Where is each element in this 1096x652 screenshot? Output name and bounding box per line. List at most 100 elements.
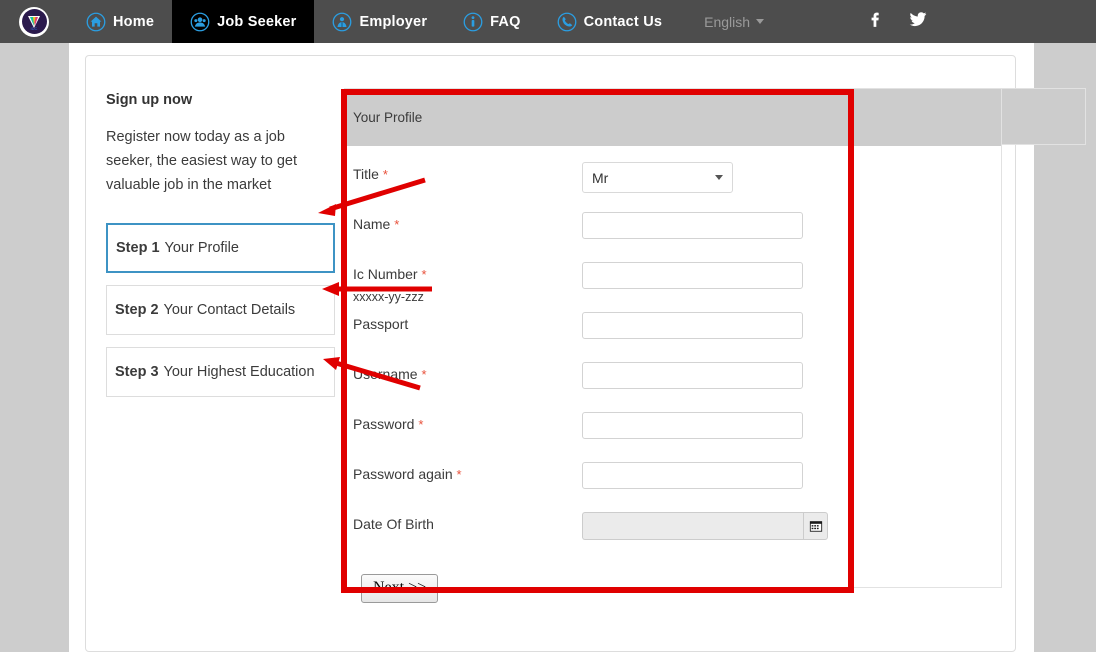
field-row-ic-number: Ic Number * xxxxx-yy-zzz xyxy=(353,262,1001,312)
password-again-input[interactable] xyxy=(582,462,803,489)
job-seeker-icon xyxy=(190,12,210,31)
logo-inner-circle: IDC xyxy=(21,9,47,34)
twitter-icon[interactable] xyxy=(907,9,929,34)
ic-number-input[interactable] xyxy=(582,262,803,289)
field-row-passport: Passport xyxy=(353,312,1001,362)
signup-sidebar: Sign up now Register now today as a job … xyxy=(106,92,346,409)
required-marker: * xyxy=(418,417,424,432)
title-select[interactable]: Mr xyxy=(582,162,733,193)
phone-icon xyxy=(557,12,577,31)
nav-item-employer[interactable]: Employer xyxy=(314,0,445,43)
required-marker: * xyxy=(456,467,462,482)
sidebar-item-step-1[interactable]: Step 1 Your Profile xyxy=(106,223,335,274)
label-name: Name * xyxy=(353,212,582,233)
nav-item-employer-label: Employer xyxy=(359,13,428,30)
control-title: Mr xyxy=(582,162,733,193)
step-2-label: Your Contact Details xyxy=(163,302,296,319)
language-selector[interactable]: English xyxy=(688,14,780,30)
title-select-value: Mr xyxy=(592,169,609,186)
required-marker: * xyxy=(421,267,427,282)
logo-circle: IDC xyxy=(19,6,49,37)
home-icon xyxy=(86,12,106,31)
label-password-again-text: Password again xyxy=(353,466,453,482)
nav-item-job-seeker-label: Job Seeker xyxy=(217,13,297,30)
field-row-title: Title * Mr xyxy=(353,162,1001,212)
employer-icon xyxy=(333,12,352,31)
label-username-text: Username xyxy=(353,366,418,382)
profile-form-panel: Your Profile Title * Mr Name * Ic Number… xyxy=(344,88,1002,603)
label-date-of-birth-text: Date Of Birth xyxy=(353,516,434,532)
page-title: Sign up now xyxy=(106,92,193,108)
label-passport-text: Passport xyxy=(353,316,409,332)
label-ic-number-text: Ic Number xyxy=(353,266,418,282)
panel-header: Your Profile xyxy=(345,89,1001,146)
label-date-of-birth: Date Of Birth xyxy=(353,512,582,533)
control-date-of-birth xyxy=(582,512,828,540)
panel-header-extension xyxy=(1002,88,1086,145)
step-2-number: Step 2 xyxy=(115,302,159,319)
logo[interactable]: IDC xyxy=(0,0,68,43)
control-name xyxy=(582,212,803,239)
svg-text:IDC: IDC xyxy=(31,26,38,31)
language-label: English xyxy=(704,13,751,30)
label-ic-number: Ic Number * xxxxx-yy-zzz xyxy=(353,262,582,306)
username-input[interactable] xyxy=(582,362,803,389)
step-1-number: Step 1 xyxy=(116,240,160,257)
label-password: Password * xyxy=(353,412,582,433)
nav-item-home[interactable]: Home xyxy=(68,0,172,43)
chevron-down-icon xyxy=(756,19,765,24)
field-row-name: Name * xyxy=(353,212,1001,262)
label-password-text: Password xyxy=(353,416,415,432)
label-name-text: Name xyxy=(353,216,391,232)
nav-items: Home Job Seeker Employer FAQ Contact Us xyxy=(68,0,680,43)
field-row-password: Password * xyxy=(353,412,1001,462)
panel-title: Your Profile xyxy=(353,110,423,125)
info-icon xyxy=(463,12,483,31)
field-row-username: Username * xyxy=(353,362,1001,412)
nav-item-contact-us-label: Contact Us xyxy=(583,13,663,30)
sidebar-item-step-2[interactable]: Step 2 Your Contact Details xyxy=(106,285,335,336)
facebook-icon[interactable] xyxy=(865,9,885,34)
panel-body: Title * Mr Name * Ic Number * xxxxx-yy-z… xyxy=(345,146,1001,603)
next-button[interactable]: Next >> xyxy=(361,574,439,603)
top-navbar: IDC Home Job Seeker Employer FAQ Contact… xyxy=(0,0,1096,43)
password-input[interactable] xyxy=(582,412,803,439)
nav-item-contact-us[interactable]: Contact Us xyxy=(539,0,681,43)
control-password xyxy=(582,412,803,439)
label-title: Title * xyxy=(353,162,582,183)
label-title-text: Title xyxy=(353,166,379,182)
label-passport: Passport xyxy=(353,312,582,333)
nav-item-job-seeker[interactable]: Job Seeker xyxy=(172,0,315,43)
label-username: Username * xyxy=(353,362,582,383)
step-1-label: Your Profile xyxy=(164,240,239,257)
ic-number-hint: xxxxx-yy-zzz xyxy=(353,290,424,304)
control-username xyxy=(582,362,803,389)
page-gutter-left xyxy=(0,43,69,652)
field-row-date-of-birth: Date Of Birth xyxy=(353,512,1001,562)
name-input[interactable] xyxy=(582,212,803,239)
required-marker: * xyxy=(382,167,388,182)
signup-description: Register now today as a job seeker, the … xyxy=(106,129,298,194)
sidebar-item-step-3[interactable]: Step 3 Your Highest Education xyxy=(106,347,335,398)
control-password-again xyxy=(582,462,803,489)
signup-card: Sign up now Register now today as a job … xyxy=(85,55,1086,652)
passport-input[interactable] xyxy=(582,312,803,339)
step-3-number: Step 3 xyxy=(115,364,159,381)
step-3-label: Your Highest Education xyxy=(163,364,315,381)
date-of-birth-group xyxy=(582,512,828,540)
date-of-birth-input[interactable] xyxy=(582,512,803,540)
control-passport xyxy=(582,312,803,339)
field-row-password-again: Password again * xyxy=(353,462,1001,512)
nav-item-home-label: Home xyxy=(113,13,155,30)
calendar-icon xyxy=(809,521,822,532)
date-picker-button[interactable] xyxy=(803,512,828,540)
chevron-down-icon xyxy=(715,175,723,180)
control-ic-number xyxy=(582,262,803,289)
required-marker: * xyxy=(421,367,427,382)
nav-item-faq[interactable]: FAQ xyxy=(445,0,538,43)
label-password-again: Password again * xyxy=(353,462,582,483)
nav-item-faq-label: FAQ xyxy=(490,13,521,30)
logo-v-icon: IDC xyxy=(28,15,40,31)
required-marker: * xyxy=(394,217,400,232)
social-links xyxy=(865,9,929,34)
